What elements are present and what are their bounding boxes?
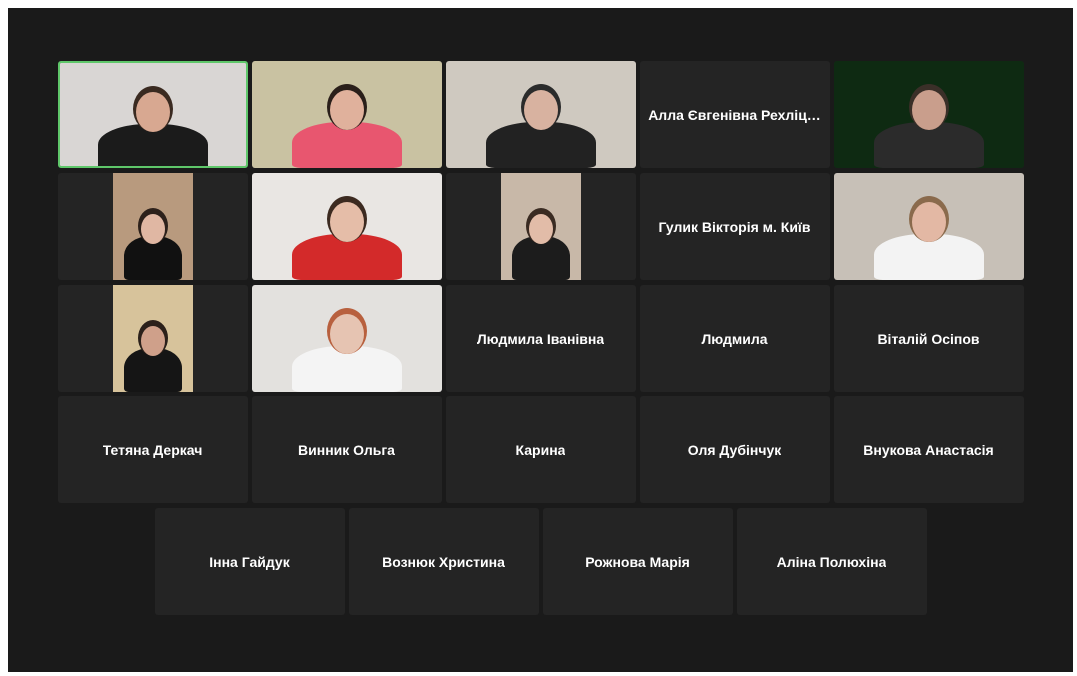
grid-row: Інна Гайдук Вознюк Христина Рожнова Марі…	[8, 508, 1073, 615]
participant-tile[interactable]	[445, 173, 636, 280]
participant-tile[interactable]: Людмила Іванівна	[445, 285, 636, 392]
participant-name: Тетяна Деркач	[102, 441, 203, 458]
participant-tile[interactable]: Карина	[445, 396, 636, 503]
video-feed	[500, 173, 581, 280]
participant-tile[interactable]: Оля Дубінчук	[639, 396, 830, 503]
grid-row: Людмила Іванівна Людмила Віталій Осіпов	[8, 285, 1073, 392]
meeting-gallery-view: Алла Євгенівна Рехліц… Гулик Вікторія м.…	[8, 8, 1073, 672]
participant-name: Карина	[515, 441, 566, 458]
video-feed	[251, 61, 442, 168]
video-feed	[251, 285, 442, 392]
participant-name: Людмила Іванівна	[476, 330, 605, 347]
video-feed	[112, 173, 193, 280]
participant-name: Оля Дубінчук	[687, 441, 782, 458]
participant-tile[interactable]	[251, 173, 442, 280]
participant-tile[interactable]: Вознюк Христина	[348, 508, 539, 615]
participant-tile[interactable]	[251, 285, 442, 392]
participant-tile[interactable]	[833, 173, 1024, 280]
participant-name: Рожнова Марія	[585, 553, 690, 570]
video-feed	[445, 61, 636, 168]
participant-tile[interactable]	[251, 61, 442, 168]
participant-tile[interactable]: Інна Гайдук	[154, 508, 345, 615]
participant-tile[interactable]: Винник Ольга	[251, 396, 442, 503]
participant-tile[interactable]: Рожнова Марія	[542, 508, 733, 615]
participant-name: Аліна Полюхіна	[776, 553, 887, 570]
video-feed	[833, 61, 1024, 168]
participant-tile[interactable]: Віталій Осіпов	[833, 285, 1024, 392]
participant-tile[interactable]	[833, 61, 1024, 168]
video-feed	[833, 173, 1024, 280]
participant-tile[interactable]: Внукова Анастасія	[833, 396, 1024, 503]
grid-row: Алла Євгенівна Рехліц…	[8, 61, 1073, 168]
video-feed	[251, 173, 442, 280]
participant-name: Винник Ольга	[298, 441, 395, 458]
grid-row: Тетяна Деркач Винник Ольга Карина Оля Ду…	[8, 396, 1073, 503]
grid-row: Гулик Вікторія м. Київ	[8, 173, 1073, 280]
video-feed	[112, 285, 193, 392]
participant-tile[interactable]: Тетяна Деркач	[57, 396, 248, 503]
participant-grid: Алла Євгенівна Рехліц… Гулик Вікторія м.…	[8, 8, 1073, 672]
participant-tile[interactable]	[57, 285, 248, 392]
participant-name: Вознюк Христина	[382, 553, 505, 570]
participant-name: Інна Гайдук	[209, 553, 290, 570]
participant-name: Віталій Осіпов	[877, 330, 980, 347]
participant-tile[interactable]: Гулик Вікторія м. Київ	[639, 173, 830, 280]
participant-name: Людмила	[701, 330, 768, 347]
video-feed	[59, 63, 246, 166]
participant-name: Внукова Анастасія	[863, 441, 994, 458]
participant-name: Гулик Вікторія м. Київ	[658, 218, 811, 235]
participant-tile[interactable]: Алла Євгенівна Рехліц…	[639, 61, 830, 168]
participant-tile[interactable]: Аліна Полюхіна	[736, 508, 927, 615]
participant-name: Алла Євгенівна Рехліц…	[648, 106, 821, 123]
participant-tile[interactable]	[57, 61, 248, 168]
participant-tile[interactable]	[445, 61, 636, 168]
participant-tile[interactable]	[57, 173, 248, 280]
participant-tile[interactable]: Людмила	[639, 285, 830, 392]
